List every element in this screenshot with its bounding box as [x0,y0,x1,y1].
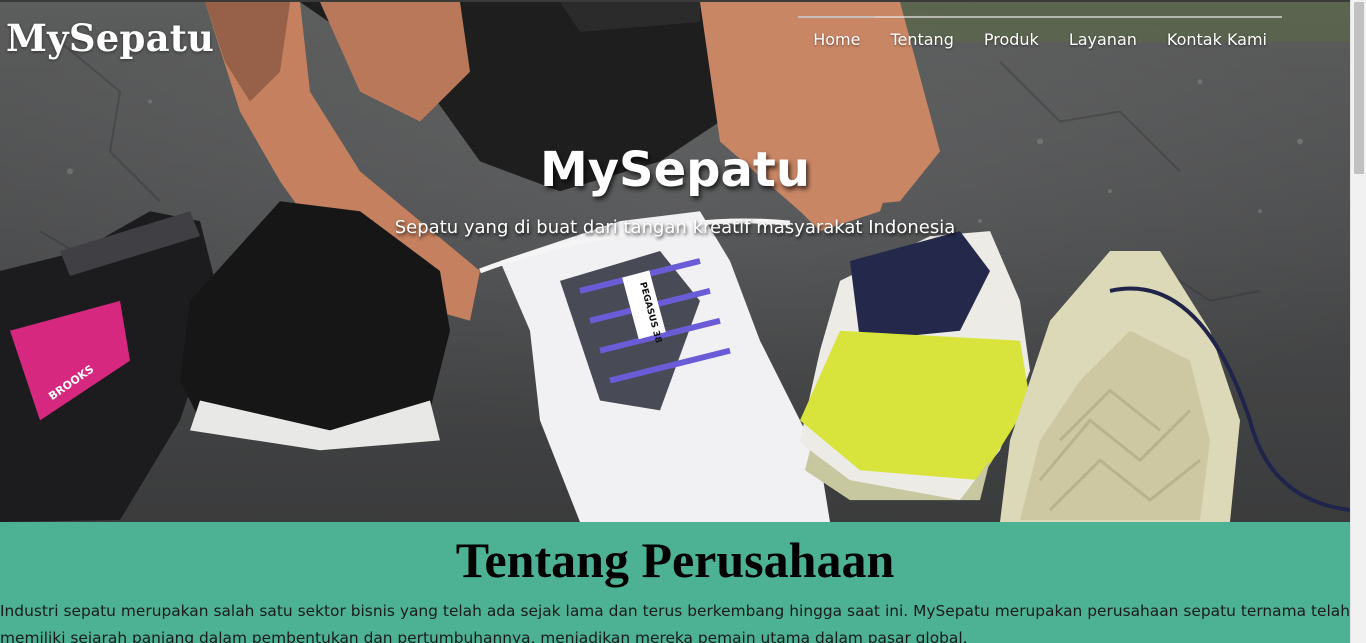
scrollbar-thumb[interactable] [1354,2,1364,174]
about-section: Tentang Perusahaan Industri sepatu merup… [0,522,1350,643]
brand-logo[interactable]: MySepatu [6,16,214,60]
main-nav: Home Tentang Produk Layanan Kontak Kami [798,16,1282,57]
about-title: Tentang Perusahaan [455,532,895,588]
hero-subtitle: Sepatu yang di buat dari tangan kreatif … [394,217,956,238]
about-text: Industri sepatu merupakan salah satu sek… [0,602,1350,643]
page: BROOKS PEGASUS 38 MySepatu Home Tentang … [0,0,1366,643]
nav-item-kontak-kami[interactable]: Kontak Kami [1151,16,1282,57]
nav-item-layanan[interactable]: Layanan [1053,16,1152,57]
nav-item-tentang[interactable]: Tentang [875,16,969,57]
hero-background-image: BROOKS PEGASUS 38 [0,2,1350,522]
hero-title: MySepatu [539,142,811,198]
page-scrollbar[interactable] [1350,0,1366,643]
nav-item-home[interactable]: Home [798,16,876,57]
hero-section: BROOKS PEGASUS 38 MySepatu Home Tentang … [0,0,1350,522]
nav-item-produk[interactable]: Produk [968,16,1054,57]
